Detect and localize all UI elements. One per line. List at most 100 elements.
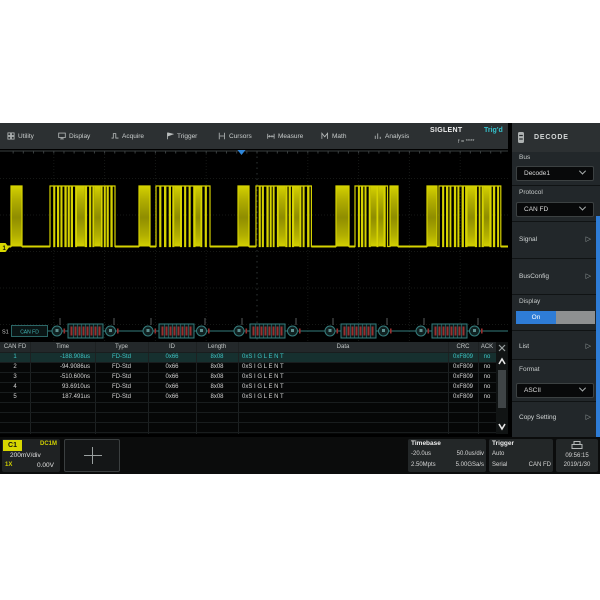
table-row-separator: [0, 372, 496, 373]
list-cell: no: [478, 392, 496, 402]
list-cell: no: [478, 372, 496, 382]
list-row-5[interactable]: 5187.491usFD-Std0x668x080xS I G L E N T0…: [0, 392, 496, 402]
trace-solid-block: [391, 186, 398, 247]
display-toggle-off[interactable]: [556, 311, 595, 324]
acquire-icon: [111, 132, 119, 140]
decode-stuff-mark: [246, 329, 248, 334]
sidebar-scrollbar[interactable]: [596, 216, 600, 437]
list-cell: 8x08: [196, 372, 238, 382]
table-row-separator: [0, 352, 496, 353]
display-toggle[interactable]: On: [516, 311, 595, 324]
sidebar-separator: [512, 359, 600, 360]
decode-crc-text-mark: [473, 329, 476, 332]
menu-item-trigger[interactable]: Trigger: [166, 123, 197, 149]
list-cell: 0xS I G L E N T: [238, 372, 448, 382]
list-cell: 187.491us: [30, 392, 95, 402]
chevron-down-icon: [579, 167, 586, 174]
display-toggle-on[interactable]: On: [516, 311, 556, 324]
list-cell: -510.600ns: [30, 372, 95, 382]
decode-id-text-mark: [147, 329, 150, 332]
menu-item-math[interactable]: Math: [321, 123, 346, 149]
table-column-separator: [448, 342, 449, 434]
decode-data-byte: [443, 327, 445, 336]
decode-ack-mark: [117, 329, 119, 334]
table-row-separator: [0, 362, 496, 363]
trace-solid-block: [174, 186, 180, 247]
menu-item-label: Display: [69, 133, 90, 140]
list-close-button[interactable]: [499, 345, 505, 351]
menu-item-utility[interactable]: Utility: [7, 123, 34, 149]
menu-item-label: Measure: [278, 133, 303, 140]
list-cell: 8x08: [196, 352, 238, 362]
list-cell: 8x08: [196, 382, 238, 392]
decode-frame: [143, 318, 210, 338]
list-row-2[interactable]: 2-94.9086usFD-Std0x668x080xS I G L E N T…: [0, 362, 496, 372]
trigger-icon: [166, 132, 174, 140]
timebase-memory: 2.50Mpts: [411, 462, 436, 468]
bus-select[interactable]: Decode1: [516, 166, 594, 181]
list-scrollbar[interactable]: [496, 342, 508, 434]
list-menu-item[interactable]: List: [519, 343, 529, 350]
submenu-arrow-icon: ▷: [586, 272, 591, 280]
menu-item-acquire[interactable]: Acquire: [111, 123, 144, 149]
scroll-up-icon[interactable]: [499, 359, 505, 364]
decode-data-byte: [447, 327, 449, 336]
trigger-mode: Auto: [492, 451, 504, 457]
decode-data-byte: [372, 327, 374, 336]
decode-data-byte: [455, 327, 457, 336]
decode-ack-mark: [390, 329, 392, 334]
list-cell: -94.9086us: [30, 362, 95, 372]
protocol-select[interactable]: CAN FD: [516, 202, 594, 217]
format-select[interactable]: ASCII: [516, 383, 594, 398]
menu-item-analysis[interactable]: Analysis: [374, 123, 409, 149]
decode-data-byte: [277, 327, 279, 336]
format-label: Format: [519, 366, 540, 373]
decode-data-byte: [356, 327, 358, 336]
decode-data-byte: [95, 327, 97, 336]
decode-data-byte: [352, 327, 354, 336]
add-channel-button[interactable]: [64, 439, 120, 472]
busconfig-menu-item[interactable]: BusConfig: [519, 273, 549, 280]
decode-data-byte: [435, 327, 437, 336]
list-cell: 0xS I G L E N T: [238, 352, 448, 362]
channel1-scale: 200mV/div: [10, 452, 41, 459]
menu-item-label: Cursors: [229, 133, 252, 140]
siglent-logo: SIGLENT: [430, 127, 462, 134]
list-header-id: ID: [148, 342, 196, 352]
menu-item-cursors[interactable]: Cursors: [218, 123, 252, 149]
submenu-arrow-icon: ▷: [586, 235, 591, 243]
protocol-label: Protocol: [519, 189, 543, 196]
trace-solid-block: [467, 186, 475, 247]
decode-bus-label: CAN FD: [20, 329, 39, 335]
list-row-4[interactable]: 493.6910usFD-Std0x668x080xS I G L E N T0…: [0, 382, 496, 392]
status-bar: C1 DC1M 200mV/div 1X 0.00V Timebase -20.…: [0, 437, 600, 474]
timebase-samplerate: 5.00GSa/s: [456, 462, 484, 468]
decode-data-byte: [87, 327, 89, 336]
printer-icon: [571, 441, 583, 450]
measure-icon: [267, 132, 275, 140]
list-cell: no: [478, 352, 496, 362]
list-cell: 8x08: [196, 362, 238, 372]
decode-data-byte: [253, 327, 255, 336]
decode-dialog: DECODE Bus Decode1 Protocol CAN FD Signa…: [512, 123, 600, 437]
plus-icon: [92, 447, 93, 464]
sidebar-separator: [512, 401, 600, 402]
decode-stuff-mark: [155, 329, 157, 334]
copy-setting-menu-item[interactable]: Copy Setting: [519, 414, 556, 421]
decode-data-byte: [257, 327, 259, 336]
decode-data-byte: [99, 327, 101, 336]
timebase-descriptor[interactable]: Timebase -20.0us 50.0us/div 2.50Mpts 5.0…: [408, 439, 486, 472]
scroll-thumb[interactable]: [498, 370, 506, 408]
list-row-1[interactable]: 1-188.908usFD-Std0x668x080xS I G L E N T…: [0, 352, 496, 362]
list-row-3[interactable]: 3-510.600nsFD-Std0x668x080xS I G L E N T…: [0, 372, 496, 382]
channel1-descriptor[interactable]: C1 DC1M 200mV/div 1X 0.00V: [2, 439, 60, 472]
decode-data-byte: [364, 327, 366, 336]
trigger-descriptor[interactable]: Trigger Auto Serial CAN FD: [489, 439, 553, 472]
screenshot-canvas: Utility Display Acquire Trigger Cursors Measu…: [0, 0, 600, 600]
oscilloscope-screen: Utility Display Acquire Trigger Cursors Measu…: [0, 123, 600, 474]
menu-item-label: Math: [332, 133, 346, 140]
signal-menu-item[interactable]: Signal: [519, 236, 537, 243]
scroll-down-icon[interactable]: [499, 424, 505, 429]
menu-item-display[interactable]: Display: [58, 123, 90, 149]
menu-item-measure[interactable]: Measure: [267, 123, 303, 149]
